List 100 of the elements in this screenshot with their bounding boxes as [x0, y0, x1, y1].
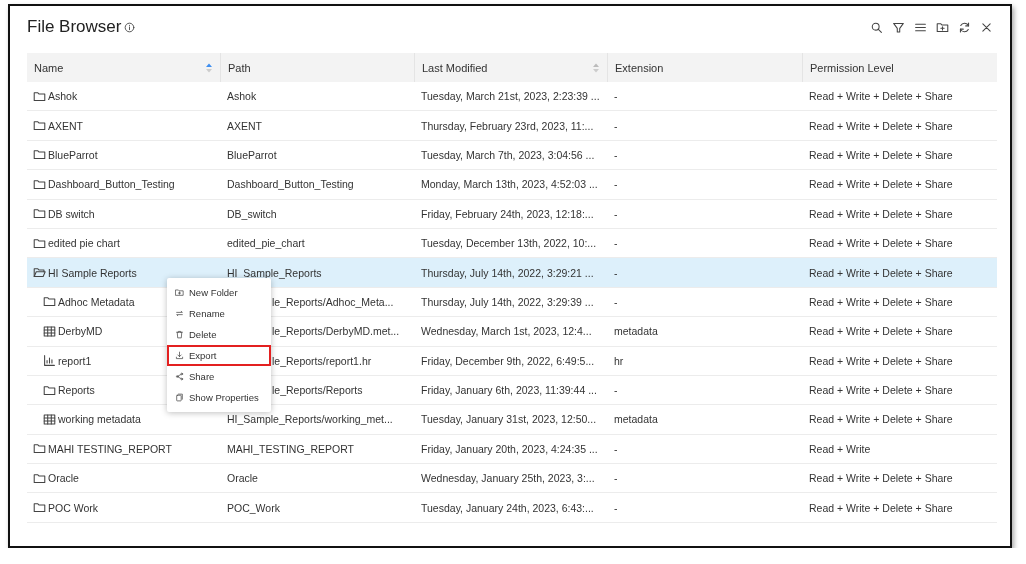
- permission-level: Read + Write + Delete + Share: [809, 266, 953, 279]
- modified-date: Wednesday, March 1st, 2023, 12:4...: [421, 325, 592, 338]
- share-icon: [175, 372, 184, 381]
- folder-icon: [43, 383, 56, 397]
- file-extension: metadata: [614, 413, 658, 426]
- file-path: POC_Work: [227, 501, 280, 514]
- file-extension: -: [614, 442, 618, 455]
- file-path: le_Reports/DerbyMD.met...: [272, 325, 400, 338]
- file-name: AXENT: [48, 119, 83, 132]
- grid-icon: [43, 324, 56, 338]
- column-header[interactable]: Extension: [615, 61, 664, 74]
- table-row[interactable]: DB switch DB_switch Friday, February 24th, 2023, 12:18:... - Read + Write + Delete + Share: [27, 199, 997, 229]
- file-path: BlueParrot: [227, 148, 277, 161]
- window-title: File Browser: [27, 17, 122, 37]
- refresh-icon[interactable]: [958, 20, 971, 34]
- menu-item[interactable]: Delete: [167, 324, 271, 345]
- menu-item[interactable]: Show Properties: [167, 387, 271, 408]
- filter-icon[interactable]: [892, 20, 905, 34]
- modified-date: Thursday, July 14th, 2022, 3:29:21 ...: [421, 266, 594, 279]
- grid-icon: [43, 413, 56, 426]
- add-folder-icon: [175, 288, 184, 297]
- folder-icon: [33, 177, 46, 191]
- column-header[interactable]: Name: [34, 61, 64, 74]
- permission-level: Read + Write + Delete + Share: [809, 90, 953, 103]
- file-extension: -: [614, 148, 618, 161]
- file-extension: -: [614, 178, 618, 191]
- file-name: Dashboard_Button_Testing: [48, 178, 175, 191]
- column-header[interactable]: Path: [228, 61, 251, 74]
- file-path: le_Reports/Reports: [272, 384, 363, 397]
- file-extension: -: [614, 119, 618, 132]
- folder-icon: [33, 501, 46, 515]
- modified-date: Thursday, February 23rd, 2023, 11:...: [421, 119, 594, 132]
- modified-date: Tuesday, December 13th, 2022, 10:...: [421, 237, 597, 250]
- menu-item[interactable]: Export: [167, 345, 271, 366]
- permission-level: Read + Write + Delete + Share: [809, 384, 953, 397]
- permission-level: Read + Write + Delete + Share: [809, 207, 953, 220]
- folder-icon: [33, 236, 46, 250]
- file-name: MAHI TESTING_REPORT: [48, 442, 172, 455]
- folder-icon: [33, 89, 46, 103]
- file-name: Oracle: [48, 472, 79, 485]
- permission-level: Read + Write + Delete + Share: [809, 472, 953, 485]
- table-row[interactable]: AXENT AXENT Thursday, February 23rd, 2023, 11:... - Read + Write + Delete + Share: [27, 111, 997, 141]
- search-icon[interactable]: [870, 20, 883, 34]
- table-row[interactable]: MAHI TESTING_REPORT MAHI_TESTING_REPORT Friday, January 20th, 2023, 4:24:35 ... - Read + Write: [27, 434, 997, 465]
- table-row[interactable]: POC Work POC_Work Tuesday, January 24th, 2023, 6:43:... - Read + Write + Delete + Share: [27, 493, 997, 523]
- permission-level: Read + Write + Delete + Share: [809, 119, 953, 132]
- file-path: HI_Sample_Reports/working_met...: [227, 413, 393, 426]
- column-header[interactable]: Last Modified: [422, 61, 488, 74]
- file-extension: metadata: [614, 325, 658, 338]
- modified-date: Thursday, July 14th, 2022, 3:29:39 ...: [421, 295, 594, 308]
- close-icon[interactable]: [980, 20, 993, 34]
- modified-date: Friday, January 20th, 2023, 4:24:35 ...: [421, 442, 598, 455]
- sort-icon[interactable]: [206, 62, 212, 73]
- modified-date: Friday, December 9th, 2022, 6:49:5...: [421, 354, 595, 367]
- file-path: Dashboard_Button_Testing: [227, 178, 354, 191]
- file-name: working metadata: [58, 413, 141, 426]
- modified-date: Wednesday, January 25th, 2023, 3:...: [421, 472, 595, 485]
- table-row[interactable]: Dashboard_Button_Testing Dashboard_Button_Testing Monday, March 13th, 2023, 4:52:03 ... - Read + Write + Delete + Share: [27, 170, 997, 200]
- file-extension: -: [614, 237, 618, 250]
- permission-level: Read + Write + Delete + Share: [809, 354, 953, 367]
- file-extension: -: [614, 295, 618, 308]
- add-folder-icon[interactable]: [936, 20, 949, 34]
- info-icon: [124, 21, 136, 33]
- modified-date: Friday, February 24th, 2023, 12:18:...: [421, 207, 594, 220]
- file-name: POC Work: [48, 501, 98, 514]
- swap-icon: [175, 309, 184, 318]
- modified-date: Friday, January 6th, 2023, 11:39:44 ...: [421, 384, 597, 397]
- file-extension: hr: [614, 354, 624, 367]
- file-name: Ashok: [48, 90, 78, 103]
- table-row[interactable]: BlueParrot BlueParrot Tuesday, March 7th, 2023, 3:04:56 ... - Read + Write + Delete + Share: [27, 140, 997, 171]
- file-extension: -: [614, 90, 618, 103]
- copy-icon: [175, 393, 184, 402]
- permission-level: Read + Write + Delete + Share: [809, 501, 953, 514]
- file-extension: -: [614, 472, 618, 485]
- file-path: edited_pie_chart: [227, 237, 305, 250]
- table-row[interactable]: Oracle Oracle Wednesday, January 25th, 2023, 3:... - Read + Write + Delete + Share: [27, 464, 997, 494]
- file-path: le_Reports/Adhoc_Meta...: [272, 295, 394, 308]
- file-path: Ashok: [227, 90, 257, 103]
- column-header[interactable]: Permission Level: [810, 61, 894, 74]
- file-path: DB_switch: [227, 207, 277, 220]
- permission-level: Read + Write + Delete + Share: [809, 325, 953, 338]
- folder-icon: [33, 442, 46, 456]
- file-path: HI_Sample_Reports: [227, 266, 322, 279]
- file-name: DerbyMD: [58, 325, 103, 338]
- file-extension: -: [614, 501, 618, 514]
- file-name: Reports: [58, 384, 95, 397]
- table-row[interactable]: HI Sample Reports HI_Sample_Reports Thursday, July 14th, 2022, 3:29:21 ... - Read + Write + Delete + Share: [27, 258, 997, 288]
- file-extension: -: [614, 266, 618, 279]
- permission-level: Read + Write + Delete + Share: [809, 237, 953, 250]
- file-path: AXENT: [227, 119, 262, 132]
- file-name: BlueParrot: [48, 148, 98, 161]
- table-row[interactable]: Ashok Ashok Tuesday, March 21st, 2023, 2:23:39 ... - Read + Write + Delete + Share: [27, 82, 997, 112]
- file-name: HI Sample Reports: [48, 266, 137, 279]
- file-name: edited pie chart: [48, 237, 120, 250]
- permission-level: Read + Write + Delete + Share: [809, 178, 953, 191]
- file-name: Adhoc Metadata: [58, 295, 135, 308]
- file-path: Oracle: [227, 472, 258, 485]
- folder-icon: [33, 207, 46, 221]
- file-extension: -: [614, 384, 618, 397]
- folder-icon: [33, 119, 46, 133]
